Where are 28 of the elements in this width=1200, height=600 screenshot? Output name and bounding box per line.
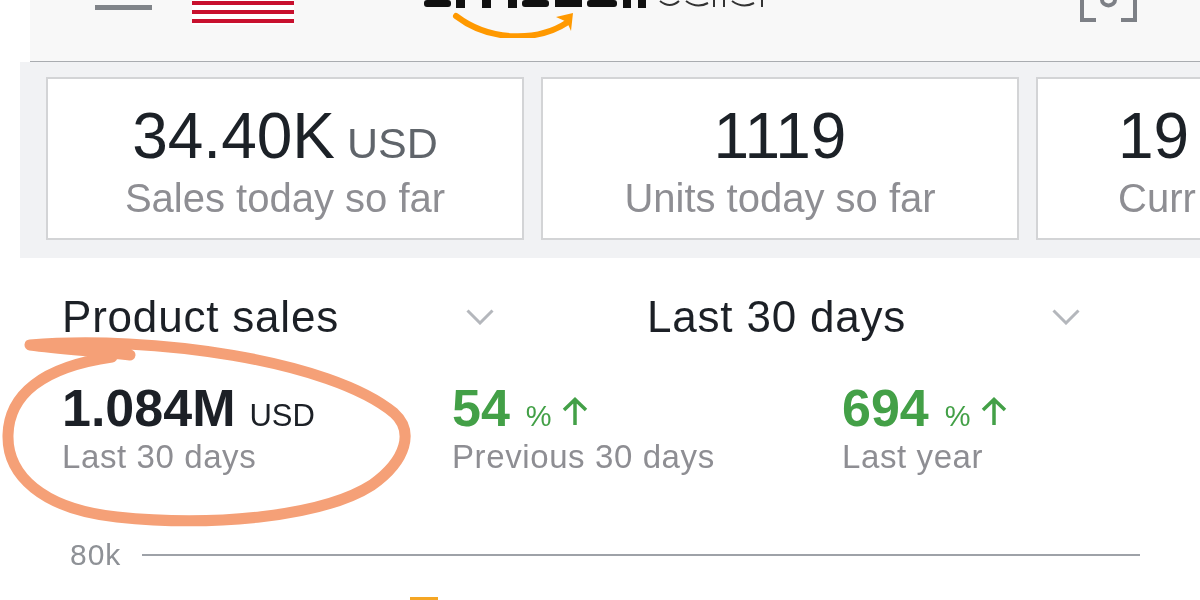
metric-card[interactable]: 19 Curr [1036,77,1200,240]
chevron-down-icon [1052,309,1080,325]
metric-value: 34.40K [132,100,335,172]
percent-label: % [944,402,971,431]
stat-value: 1.084M [62,380,236,436]
unit-label: USD [347,119,438,167]
dropdown[interactable]: Last 30 days [647,287,1080,347]
metric-value: 19 [1118,100,1190,172]
metric-card[interactable]: 1119 Units today so far [541,77,1019,240]
metric-card[interactable]: 34.40K USD Sales today so far [46,77,524,240]
percent-label: % [525,402,552,431]
menu-icon[interactable] [95,5,152,11]
stat-label: Last year [842,437,984,477]
dropdown[interactable]: Product sales [62,287,494,347]
metric-value: 1119 [713,100,847,172]
metric-label: Curr [1118,175,1196,221]
stat-value: 54 [452,380,510,436]
stat-value: 694 [842,380,929,436]
metric-label: Sales today so far [124,175,446,221]
chart-bar [410,597,438,600]
scan-icon[interactable] [1080,0,1137,22]
chevron-down-icon [466,309,494,325]
unit-label: USD [249,400,315,431]
metric-label: Units today so far [624,175,936,221]
flag-icon[interactable] [192,0,294,25]
axis-label: 80k [70,537,122,573]
stat-label: Previous 30 days [452,437,715,477]
stat-label: Last 30 days [62,437,257,477]
